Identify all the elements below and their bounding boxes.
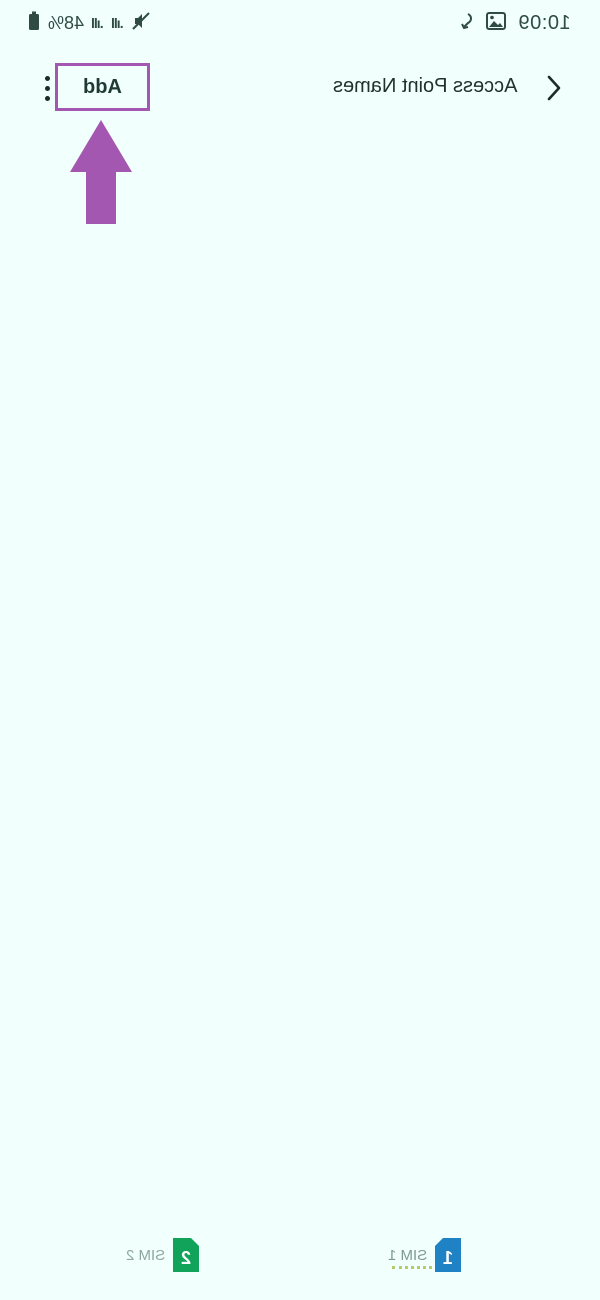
sim2-number: 2 — [181, 1248, 191, 1268]
more-vert-dot — [44, 85, 50, 91]
more-vert-icon — [44, 75, 50, 81]
battery-percent: 48% — [48, 12, 85, 33]
no-sound-icon — [131, 11, 151, 36]
sync-icon — [458, 11, 474, 36]
status-left-icons: 48% .ıll .ıll — [28, 10, 151, 36]
battery-icon — [28, 11, 40, 36]
more-vert-dot — [44, 95, 50, 101]
sim1-label: SIM 1 — [388, 1246, 428, 1264]
add-button-label: Add — [83, 75, 122, 98]
tab-sim-1[interactable]: SIM 1 1 — [388, 1234, 463, 1276]
sim2-label: SIM 2 — [126, 1246, 166, 1264]
signal-icon: .ıll — [111, 15, 124, 31]
image-icon — [486, 11, 506, 35]
page-title: Access Point Names — [333, 75, 518, 97]
sim-card-icon: 2 — [171, 1236, 201, 1274]
status-right-icons: 10:09 — [458, 10, 571, 36]
add-button[interactable]: Add — [55, 63, 150, 111]
status-bar: 48% .ıll .ıll 10:09 — [0, 0, 600, 46]
sim1-number: 1 — [443, 1248, 453, 1268]
tab-sim-2[interactable]: SIM 2 2 — [126, 1234, 201, 1276]
signal-icon: .ıll — [92, 15, 104, 31]
sim-card-icon: 1 — [433, 1236, 463, 1274]
chevron-left-icon — [547, 75, 561, 101]
back-button[interactable] — [538, 72, 570, 104]
clock: 10:09 — [518, 11, 571, 34]
pointer-arrow-icon — [70, 120, 132, 224]
sim1-selected-indicator — [392, 1266, 432, 1269]
